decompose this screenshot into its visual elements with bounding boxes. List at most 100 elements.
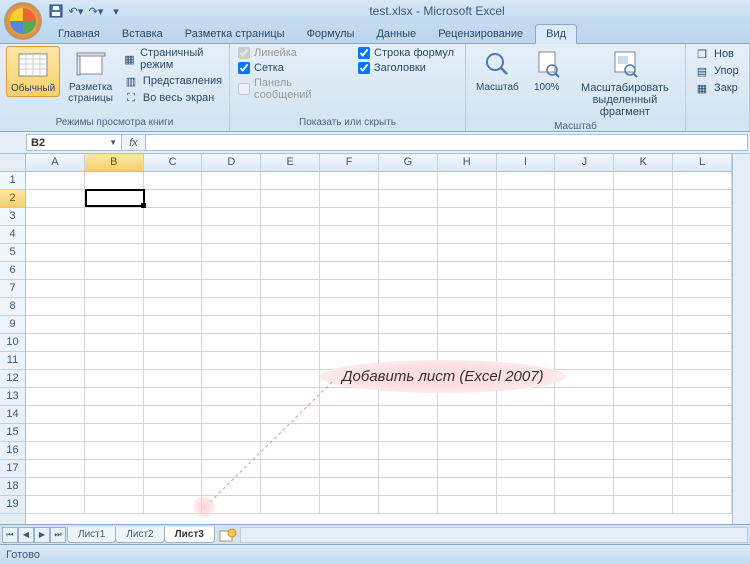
cell[interactable] — [379, 190, 438, 208]
chevron-down-icon[interactable]: ▼ — [109, 138, 117, 147]
cell[interactable] — [85, 460, 144, 478]
full-screen-button[interactable]: ⛶Во весь экран — [121, 90, 224, 106]
cell[interactable] — [261, 370, 320, 388]
cell[interactable] — [614, 406, 673, 424]
cell[interactable] — [202, 262, 261, 280]
cell[interactable] — [438, 226, 497, 244]
cell[interactable] — [85, 496, 144, 514]
column-header[interactable]: I — [497, 154, 556, 171]
cell[interactable] — [379, 316, 438, 334]
cell[interactable] — [673, 370, 732, 388]
column-header[interactable]: L — [673, 154, 732, 171]
cell[interactable] — [614, 442, 673, 460]
row-header[interactable]: 6 — [0, 262, 25, 280]
sheet-nav-first[interactable]: ⏮ — [2, 527, 18, 543]
cell[interactable] — [26, 406, 85, 424]
cell[interactable] — [438, 388, 497, 406]
tab-page-layout[interactable]: Разметка страницы — [175, 25, 295, 43]
cell[interactable] — [555, 388, 614, 406]
cell[interactable] — [614, 208, 673, 226]
cell[interactable] — [673, 172, 732, 190]
cell[interactable] — [614, 478, 673, 496]
cells-area[interactable] — [26, 172, 732, 524]
cell[interactable] — [438, 334, 497, 352]
row-header[interactable]: 1 — [0, 172, 25, 190]
gridlines-checkbox[interactable]: Сетка — [236, 61, 352, 75]
cell[interactable] — [438, 280, 497, 298]
cell[interactable] — [379, 262, 438, 280]
cell[interactable] — [497, 208, 556, 226]
cell[interactable] — [261, 316, 320, 334]
cell[interactable] — [202, 442, 261, 460]
message-bar-checkbox[interactable]: Панель сообщений — [236, 76, 352, 102]
arrange-button[interactable]: ▤Упор — [692, 63, 741, 79]
office-button[interactable] — [4, 2, 42, 40]
cell[interactable] — [85, 478, 144, 496]
cell[interactable] — [379, 280, 438, 298]
cell[interactable] — [673, 226, 732, 244]
cell[interactable] — [673, 190, 732, 208]
cell[interactable] — [555, 496, 614, 514]
column-header[interactable]: J — [555, 154, 614, 171]
cell[interactable] — [379, 424, 438, 442]
cell[interactable] — [614, 226, 673, 244]
cell[interactable] — [202, 406, 261, 424]
cell[interactable] — [202, 424, 261, 442]
cell[interactable] — [85, 262, 144, 280]
cell[interactable] — [438, 244, 497, 262]
cell[interactable] — [144, 244, 203, 262]
cell[interactable] — [379, 406, 438, 424]
row-header[interactable]: 3 — [0, 208, 25, 226]
cell[interactable] — [614, 370, 673, 388]
cell[interactable] — [320, 388, 379, 406]
zoom-100-button[interactable]: 100% — [527, 46, 567, 95]
cell[interactable] — [85, 406, 144, 424]
cell[interactable] — [26, 298, 85, 316]
tab-data[interactable]: Данные — [366, 25, 426, 43]
cell[interactable] — [202, 370, 261, 388]
cell[interactable] — [614, 334, 673, 352]
cell[interactable] — [438, 298, 497, 316]
cell[interactable] — [144, 316, 203, 334]
cell[interactable] — [555, 172, 614, 190]
cell[interactable] — [320, 172, 379, 190]
cell[interactable] — [320, 298, 379, 316]
cell[interactable] — [261, 280, 320, 298]
cell[interactable] — [497, 478, 556, 496]
cell[interactable] — [85, 226, 144, 244]
cell[interactable] — [497, 262, 556, 280]
cell[interactable] — [438, 478, 497, 496]
cell[interactable] — [673, 442, 732, 460]
column-header[interactable]: D — [202, 154, 261, 171]
cell[interactable] — [497, 388, 556, 406]
cell[interactable] — [202, 460, 261, 478]
sheet-tab[interactable]: Лист1 — [67, 527, 116, 543]
cell[interactable] — [555, 280, 614, 298]
cell[interactable] — [438, 190, 497, 208]
cell[interactable] — [555, 334, 614, 352]
cell[interactable] — [555, 190, 614, 208]
cell[interactable] — [673, 424, 732, 442]
cell[interactable] — [438, 370, 497, 388]
cell[interactable] — [497, 406, 556, 424]
cell[interactable] — [144, 226, 203, 244]
cell[interactable] — [26, 370, 85, 388]
cell[interactable] — [26, 496, 85, 514]
cell[interactable] — [26, 460, 85, 478]
cell[interactable] — [438, 208, 497, 226]
cell[interactable] — [438, 496, 497, 514]
cell[interactable] — [673, 244, 732, 262]
zoom-selection-button[interactable]: Масштабироватьвыделенный фрагмент — [571, 46, 679, 120]
cell[interactable] — [26, 226, 85, 244]
cell[interactable] — [26, 334, 85, 352]
cell[interactable] — [555, 352, 614, 370]
redo-icon[interactable]: ↷▾ — [88, 3, 104, 19]
row-header[interactable]: 8 — [0, 298, 25, 316]
cell[interactable] — [438, 316, 497, 334]
cell[interactable] — [614, 352, 673, 370]
cell[interactable] — [85, 352, 144, 370]
row-header[interactable]: 14 — [0, 406, 25, 424]
freeze-button[interactable]: ▦Закр — [692, 80, 741, 96]
cell[interactable] — [261, 262, 320, 280]
cell[interactable] — [379, 496, 438, 514]
